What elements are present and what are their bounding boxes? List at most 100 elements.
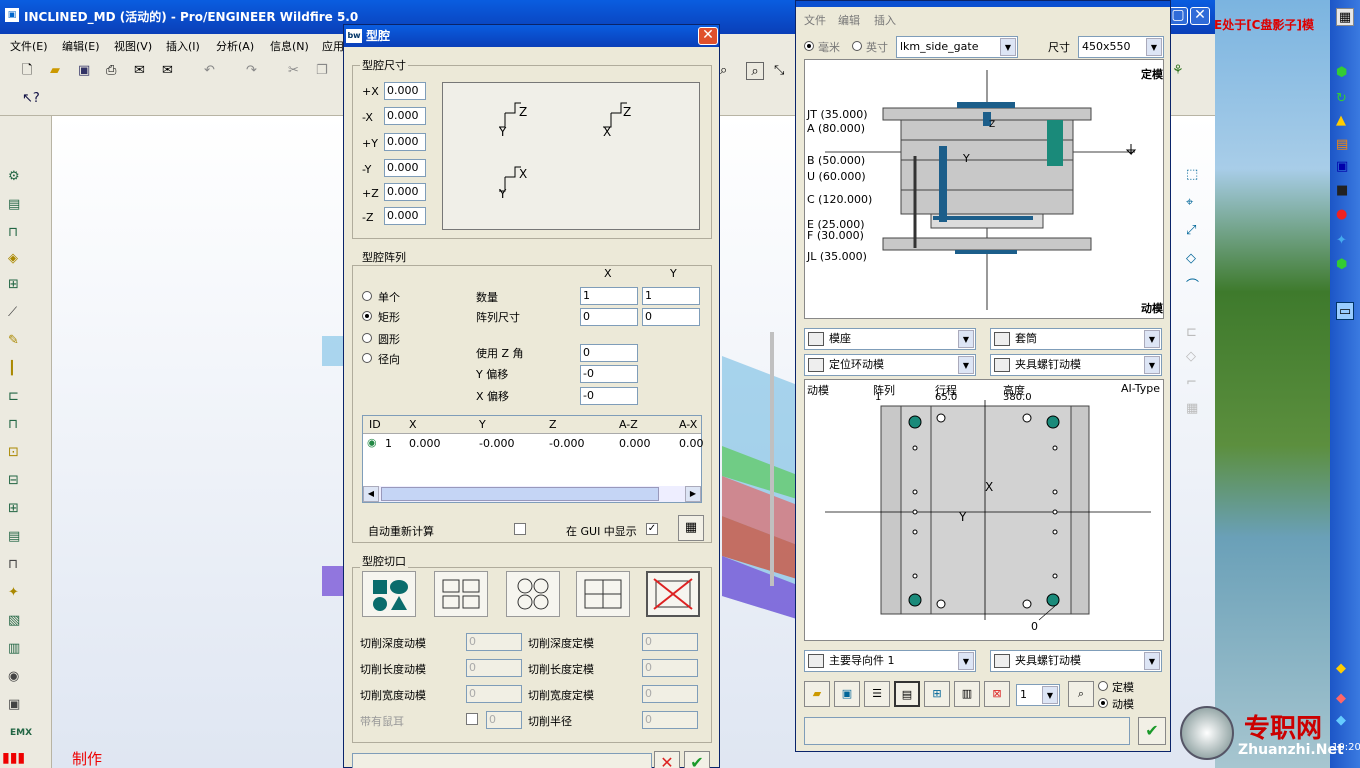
- radio-single[interactable]: [362, 291, 372, 301]
- reorient-icon[interactable]: ⤡: [774, 62, 784, 80]
- menu-edit[interactable]: 编辑(E): [62, 38, 100, 54]
- color-icon[interactable]: ●: [1336, 206, 1347, 224]
- table-editor-button[interactable]: ▦: [678, 515, 704, 541]
- count-x-field[interactable]: 1: [580, 287, 638, 305]
- app-icon[interactable]: ▲: [1336, 112, 1346, 130]
- cut-shape-single-button[interactable]: [576, 571, 630, 617]
- guide-select[interactable]: 主要导向件 1 ▼: [804, 650, 976, 672]
- context-help-icon[interactable]: ↖?: [22, 90, 40, 108]
- mold-menu-file[interactable]: 文件: [804, 12, 826, 28]
- cut-icon[interactable]: ✂: [288, 62, 299, 80]
- shield-icon[interactable]: ⬢: [1336, 64, 1347, 82]
- mold-base-select[interactable]: 模座 ▼: [804, 328, 976, 350]
- tool-icon-1[interactable]: ⚙: [8, 168, 20, 186]
- tool-icon-17[interactable]: ▧: [8, 612, 20, 630]
- size-field-ny[interactable]: 0.000: [384, 159, 426, 177]
- clamp-screw-select-2[interactable]: 夹具螺钉动模 ▼: [990, 650, 1162, 672]
- tool-icon-13[interactable]: ⊞: [8, 500, 19, 518]
- col-id[interactable]: ID: [369, 418, 381, 431]
- cavity-cancel-button[interactable]: ✕: [654, 751, 680, 768]
- cut-width-moving-field[interactable]: 0: [466, 685, 522, 703]
- pattern-icon[interactable]: ▦: [1186, 400, 1198, 418]
- z-angle-field[interactable]: 0: [580, 344, 638, 362]
- array-size-y-field[interactable]: 0: [642, 308, 700, 326]
- mold-ok-button[interactable]: ✔: [1138, 717, 1166, 745]
- tool-icon-6[interactable]: ⟋: [8, 304, 17, 322]
- sketch-icon[interactable]: ⌒: [1186, 278, 1199, 296]
- scroll-right-button[interactable]: ▶: [685, 486, 701, 502]
- cut-none-button[interactable]: [646, 571, 700, 617]
- new-file-icon[interactable]: 🗋: [22, 62, 32, 80]
- cavity-ok-button[interactable]: ✔: [684, 751, 710, 768]
- copy-icon[interactable]: ❐: [316, 62, 328, 80]
- tool-icon-9[interactable]: ⊏: [8, 388, 19, 406]
- screen-icon[interactable]: ▭: [1336, 302, 1354, 320]
- save-mold-button[interactable]: ▣: [834, 681, 860, 707]
- tray-icon-1[interactable]: ▦: [1336, 8, 1354, 26]
- tray-small-icon-3[interactable]: ◆: [1336, 712, 1346, 730]
- size-field-nx[interactable]: 0.000: [384, 107, 426, 125]
- cut-depth-fixed-field[interactable]: 0: [642, 633, 698, 651]
- ear-checkbox[interactable]: [466, 713, 478, 725]
- mold-menu-insert[interactable]: 插入: [874, 12, 896, 28]
- tool-icon-7[interactable]: ✎: [8, 332, 19, 350]
- undo-icon[interactable]: ↶: [204, 62, 215, 80]
- cavity-close-button[interactable]: ✕: [698, 27, 718, 45]
- cut-length-fixed-field[interactable]: 0: [642, 659, 698, 677]
- locating-ring-select[interactable]: 定位环动模 ▼: [804, 354, 976, 376]
- model-tree-icon[interactable]: ⚘: [1172, 62, 1184, 80]
- sleeve-select[interactable]: 套筒 ▼: [990, 328, 1162, 350]
- tool-icon-8[interactable]: ┃: [8, 360, 16, 378]
- axis-icon[interactable]: ⌖: [1186, 194, 1193, 212]
- show-in-gui-checkbox[interactable]: ✓: [646, 523, 658, 535]
- auto-recalc-checkbox[interactable]: [514, 523, 526, 535]
- unit-inch-radio[interactable]: [852, 41, 862, 51]
- menu-insert[interactable]: 插入(I): [166, 38, 200, 54]
- radio-radial[interactable]: [362, 353, 372, 363]
- cut-shape-round-button[interactable]: [506, 571, 560, 617]
- tool-icon-3[interactable]: ⊓: [8, 224, 18, 242]
- plate-list-button[interactable]: ☰: [864, 681, 890, 707]
- size-field-pz[interactable]: 0.000: [384, 183, 426, 201]
- cavity-status-field[interactable]: [352, 753, 652, 768]
- col-y[interactable]: Y: [479, 418, 486, 431]
- ear-field[interactable]: 0: [486, 711, 522, 729]
- scroll-thumb[interactable]: [381, 487, 659, 501]
- datum-plane-icon[interactable]: ⬚: [1186, 166, 1198, 184]
- tool-icon-5[interactable]: ⊞: [8, 276, 19, 294]
- mail-icon[interactable]: ✉: [162, 62, 173, 80]
- tool-icon-16[interactable]: ✦: [8, 584, 19, 602]
- table-row[interactable]: ◉ 1 0.000 -0.000 -0.000 0.000 0.00: [363, 434, 704, 452]
- menu-info[interactable]: 信息(N): [270, 38, 309, 54]
- eye-icon[interactable]: ◉: [367, 436, 377, 449]
- x-offset-field[interactable]: -0: [580, 387, 638, 405]
- col-z[interactable]: Z: [549, 418, 557, 431]
- mold-menu-edit[interactable]: 编辑: [838, 12, 860, 28]
- tool-icon-20[interactable]: ▣: [8, 696, 20, 714]
- tool-icon-11[interactable]: ⊡: [8, 444, 19, 462]
- clamp-screw-select[interactable]: 夹具螺钉动模 ▼: [990, 354, 1162, 376]
- network-icon[interactable]: ✦: [1336, 232, 1347, 250]
- array-size-x-field[interactable]: 0: [580, 308, 638, 326]
- component-button[interactable]: ▥: [954, 681, 980, 707]
- tool-icon-12[interactable]: ⊟: [8, 472, 19, 490]
- refresh-icon[interactable]: ↻: [1336, 90, 1347, 108]
- col-x[interactable]: X: [409, 418, 417, 431]
- cut-shape-rect-button[interactable]: [434, 571, 488, 617]
- count-y-field[interactable]: 1: [642, 287, 700, 305]
- table-hscrollbar[interactable]: ◀ ▶: [363, 486, 701, 502]
- redo-icon[interactable]: ↷: [246, 62, 257, 80]
- col-az[interactable]: A-Z: [619, 418, 638, 431]
- radio-fixed-half[interactable]: [1098, 681, 1108, 691]
- open-folder-icon[interactable]: ▰: [50, 62, 60, 80]
- send-icon[interactable]: ✉: [134, 62, 145, 80]
- delete-button[interactable]: ⊠: [984, 681, 1010, 707]
- tool-icon-19[interactable]: ◉: [8, 668, 19, 686]
- window-icon[interactable]: ▣: [1336, 158, 1348, 176]
- extend-icon[interactable]: ⌐: [1186, 374, 1197, 392]
- size-select[interactable]: 450x550 ▼: [1078, 36, 1164, 58]
- tool-icon-14[interactable]: ▤: [8, 528, 20, 546]
- size-field-px[interactable]: 0.000: [384, 82, 426, 100]
- print-icon[interactable]: ⎙: [106, 62, 116, 80]
- count-select[interactable]: 1 ▼: [1016, 684, 1060, 706]
